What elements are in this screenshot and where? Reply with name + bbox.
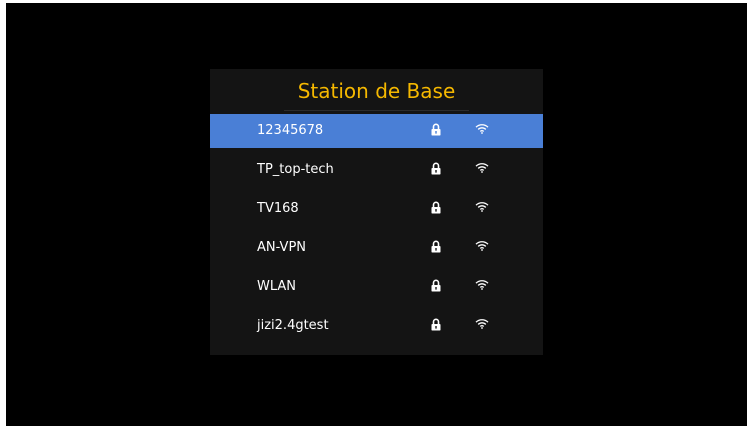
network-name: WLAN bbox=[257, 279, 297, 294]
wifi-signal-icon bbox=[475, 319, 489, 329]
lock-icon bbox=[431, 201, 441, 214]
lock-icon bbox=[431, 162, 441, 175]
dialog-title: Station de Base bbox=[297, 79, 456, 103]
network-row[interactable]: TP_top-tech bbox=[210, 153, 543, 187]
network-row[interactable]: jizi2.4gtest bbox=[210, 309, 543, 343]
title-divider bbox=[284, 110, 469, 111]
network-name: TV168 bbox=[257, 201, 299, 216]
base-station-dialog: Station de Base 12345678 TP_top-tech TV1… bbox=[210, 69, 543, 355]
lock-icon bbox=[431, 240, 441, 253]
wifi-signal-icon bbox=[475, 124, 489, 134]
network-row[interactable]: WLAN bbox=[210, 270, 543, 304]
wifi-signal-icon bbox=[475, 163, 489, 173]
network-row[interactable]: 12345678 bbox=[210, 114, 543, 148]
network-row[interactable]: AN-VPN bbox=[210, 231, 543, 265]
network-name: AN-VPN bbox=[257, 240, 307, 255]
tv-screen: Station de Base 12345678 TP_top-tech TV1… bbox=[6, 3, 747, 426]
network-name: jizi2.4gtest bbox=[257, 318, 329, 333]
wifi-signal-icon bbox=[475, 202, 489, 212]
wifi-signal-icon bbox=[475, 280, 489, 290]
network-name: TP_top-tech bbox=[257, 162, 334, 177]
lock-icon bbox=[431, 123, 441, 136]
wifi-signal-icon bbox=[475, 241, 489, 251]
lock-icon bbox=[431, 318, 441, 331]
network-list: 12345678 TP_top-tech TV168 AN-VPN WLAN j… bbox=[210, 114, 543, 348]
network-name: 12345678 bbox=[257, 123, 324, 138]
network-row[interactable]: TV168 bbox=[210, 192, 543, 226]
lock-icon bbox=[431, 279, 441, 292]
